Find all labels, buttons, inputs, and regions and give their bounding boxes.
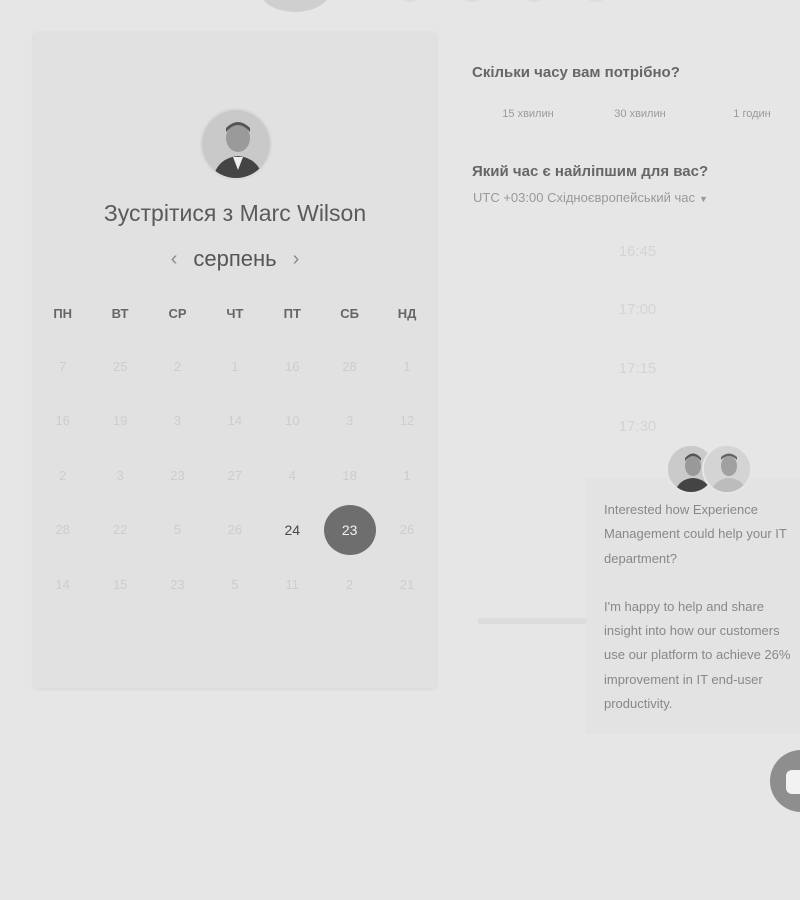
chevron-left-icon[interactable]: ‹ <box>171 249 178 269</box>
calendar-day: 14 <box>55 576 70 592</box>
chat-message-1: Interested how Experience Management cou… <box>604 502 787 566</box>
timezone-select[interactable]: UTC +03:00 Східноєвропейський час ▼ <box>473 190 708 205</box>
weekday-label: СР <box>168 306 187 321</box>
duration-options: 15 хвилин 30 хвилин 1 годин <box>472 96 800 132</box>
duration-option-30[interactable]: 30 хвилин <box>584 96 696 132</box>
month-label: серпень <box>193 246 277 271</box>
chat-agent-avatar <box>702 444 752 494</box>
host-name: Marc Wilson <box>239 200 367 226</box>
calendar-day-selected[interactable]: 23 <box>321 503 378 558</box>
weekday-label: ЧТ <box>226 306 244 321</box>
divider <box>478 618 588 624</box>
duration-option-60[interactable]: 1 годин <box>696 96 800 132</box>
time-slot[interactable]: 16:45 <box>540 222 735 281</box>
calendar-day: 2 <box>346 576 354 592</box>
calendar-day: 12 <box>399 413 415 429</box>
time-slot-list: 16:45 17:00 17:15 17:30 <box>540 222 735 456</box>
calendar-day: 1 <box>403 467 411 483</box>
calendar-day: 1 <box>231 358 239 374</box>
calendar-day: 26 <box>399 522 415 538</box>
weekday-label: ПН <box>53 306 73 321</box>
chat-launcher-button[interactable] <box>770 750 800 812</box>
calendar-day: 10 <box>285 413 300 429</box>
duration-question: Скільки часу вам потрібно? <box>472 64 680 81</box>
calendar-day-available[interactable]: 24 <box>264 503 321 558</box>
calendar-day: 28 <box>342 358 357 374</box>
calendar-day: 28 <box>55 522 70 538</box>
brand-logo <box>250 0 630 15</box>
title-prefix: Зустрітися з <box>103 200 234 226</box>
calendar-grid: 7 25 2 1 16 28 1 16 19 3 14 10 3 12 2 3 … <box>34 339 436 612</box>
calendar-day: 26 <box>227 522 243 538</box>
calendar-day: 16 <box>285 358 300 374</box>
calendar-day: 11 <box>285 576 300 592</box>
caret-down-icon: ▼ <box>698 194 708 204</box>
calendar-day: 22 <box>112 522 128 538</box>
month-nav: ‹ серпень › <box>34 246 436 272</box>
chat-message-2: I'm happy to help and share insight into… <box>604 598 791 712</box>
calendar-day: 23 <box>170 467 185 483</box>
calendar-day: 1 <box>403 358 411 374</box>
calendar-day: 27 <box>227 467 243 483</box>
calendar-day: 5 <box>231 576 239 592</box>
time-slot[interactable]: 17:15 <box>540 339 735 398</box>
calendar-day: 5 <box>173 522 182 538</box>
chat-agent-avatars <box>666 444 756 494</box>
host-avatar <box>200 108 272 180</box>
weekday-header: ПН ВТ СР ЧТ ПТ СБ НД <box>34 306 436 321</box>
timezone-label: UTC +03:00 Східноєвропейський час <box>473 190 695 205</box>
chevron-right-icon[interactable]: › <box>293 249 300 269</box>
weekday-label: НД <box>397 306 417 321</box>
calendar-day: 23 <box>170 576 185 592</box>
calendar-day: 25 <box>112 358 128 374</box>
calendar-day: 21 <box>399 576 415 592</box>
booking-title: Зустрітися з Marc Wilson <box>34 200 436 227</box>
calendar-day: 3 <box>116 467 124 483</box>
calendar-day: 7 <box>59 358 67 374</box>
calendar-day: 4 <box>288 467 296 483</box>
selected-day-label: 23 <box>323 504 376 555</box>
calendar-day: 14 <box>227 413 243 429</box>
weekday-label: СБ <box>340 306 360 321</box>
calendar-day: 15 <box>112 576 128 592</box>
calendar-card: Зустрітися з Marc Wilson ‹ серпень › ПН … <box>34 32 436 688</box>
calendar-day: 19 <box>112 413 128 429</box>
calendar-day: 2 <box>59 467 67 483</box>
duration-option-15[interactable]: 15 хвилин <box>472 96 584 132</box>
time-question: Який час є найліпшим для вас? <box>472 163 709 180</box>
chat-bubble-icon <box>786 770 800 794</box>
weekday-label: ПТ <box>283 306 301 321</box>
calendar-day: 3 <box>346 413 354 429</box>
weekday-label: ВТ <box>111 306 129 321</box>
calendar-day: 16 <box>55 413 70 429</box>
chat-message: Interested how Experience Management cou… <box>604 498 800 716</box>
calendar-day: 3 <box>173 413 182 429</box>
calendar-day: 18 <box>342 467 357 483</box>
time-slot[interactable]: 17:00 <box>540 281 735 340</box>
calendar-day: 2 <box>173 358 182 374</box>
